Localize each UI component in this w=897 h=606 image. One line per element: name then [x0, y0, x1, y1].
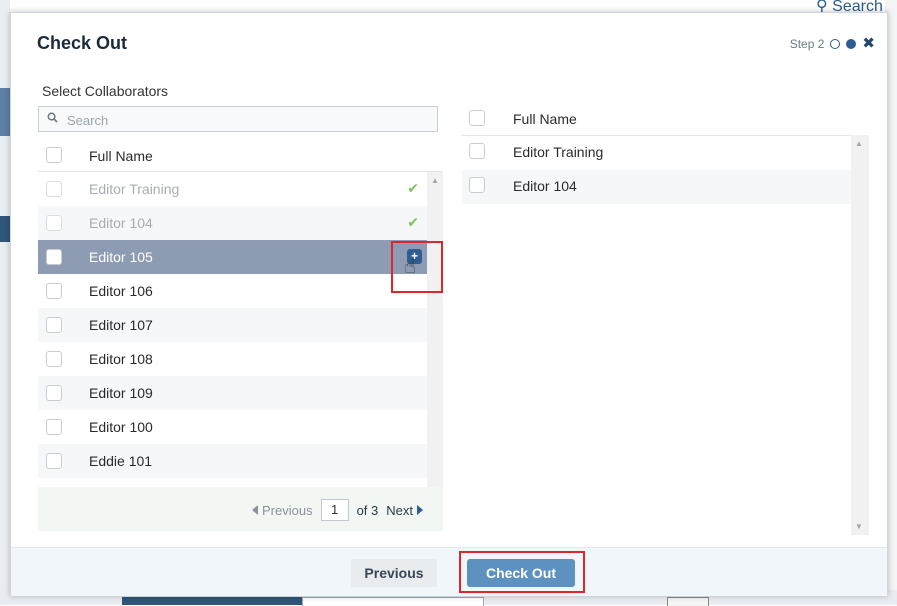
list-header: Full Name	[38, 139, 443, 172]
list-scrollbar[interactable]: ▲ ▼	[851, 135, 869, 535]
collaborator-name: Editor 104	[513, 178, 577, 194]
list-item[interactable]: Editor 106	[38, 274, 427, 308]
page-number-input[interactable]: 1	[320, 499, 349, 521]
list-scrollbar[interactable]: ▲ ▼	[427, 172, 443, 507]
collaborator-name: Editor 104	[89, 215, 153, 231]
list-item[interactable]: Editor Training	[462, 136, 851, 170]
row-checkbox[interactable]	[46, 351, 62, 367]
list-header: Full Name	[462, 103, 869, 136]
close-icon[interactable]: ✖	[862, 36, 875, 51]
list-rows: Editor Training ✔ Editor 104 ✔ Editor 10…	[38, 172, 427, 507]
modal-footer: Previous Check Out	[11, 547, 887, 596]
row-checkbox[interactable]	[46, 283, 62, 299]
select-collaborators-label: Select Collaborators	[42, 83, 169, 99]
checkmark-icon: ✔	[407, 214, 419, 230]
selected-collaborators-list: Full Name Editor Training Editor 104 ▲ ▼	[462, 103, 869, 535]
checkmark-icon: ✔	[407, 180, 419, 196]
row-checkbox[interactable]	[46, 419, 62, 435]
scroll-up-icon[interactable]: ▲	[855, 139, 863, 148]
row-checkbox[interactable]	[46, 249, 62, 265]
list-item[interactable]: Editor 100	[38, 410, 427, 444]
previous-button[interactable]: Previous	[351, 559, 437, 587]
previous-page-link[interactable]: Previous	[252, 503, 313, 518]
list-item[interactable]: Editor 107	[38, 308, 427, 342]
next-page-link[interactable]: Next	[386, 503, 423, 518]
background-nav-block-active	[0, 216, 10, 242]
collaborator-name: Eddie 101	[89, 453, 153, 469]
background-nav-block	[0, 88, 10, 136]
row-checkbox[interactable]	[46, 215, 62, 231]
caret-left-icon	[252, 505, 258, 515]
column-full-name: Full Name	[513, 111, 577, 127]
list-item[interactable]: Editor 109	[38, 376, 427, 410]
collaborator-name: Editor 109	[89, 385, 153, 401]
highlight-box	[391, 241, 443, 293]
collaborator-name: Editor 106	[89, 283, 153, 299]
list-item[interactable]: Editor 104	[462, 170, 851, 204]
collaborator-name: Editor 107	[89, 317, 153, 333]
background-tab-active[interactable]	[122, 597, 302, 605]
row-checkbox[interactable]	[46, 453, 62, 469]
search-icon	[47, 112, 58, 123]
row-checkbox[interactable]	[46, 317, 62, 333]
step-indicator: Step 2 ✖	[789, 36, 875, 51]
modal-header: Check Out Step 2 ✖	[11, 13, 887, 69]
step-2-dot	[846, 39, 857, 49]
list-item[interactable]: Editor 104 ✔	[38, 206, 427, 240]
list-item[interactable]: Editor 105 + ☝	[38, 240, 427, 278]
row-checkbox[interactable]	[46, 385, 62, 401]
page-count: of 3	[356, 502, 379, 518]
caret-right-icon	[417, 505, 423, 515]
collaborator-search[interactable]	[38, 106, 438, 132]
select-all-checkbox[interactable]	[46, 147, 62, 163]
collaborator-name: Editor Training	[513, 144, 604, 160]
row-checkbox[interactable]	[469, 143, 485, 159]
pagination: Previous 1 of 3 Next	[38, 487, 443, 531]
collaborator-name: Editor Training	[89, 181, 180, 197]
checkout-modal: Check Out Step 2 ✖ Select Collaborators …	[10, 12, 888, 596]
list-item[interactable]: Eddie 101	[38, 444, 427, 478]
modal-title: Check Out	[37, 33, 128, 53]
row-checkbox[interactable]	[469, 177, 485, 193]
collaborator-name: Editor 108	[89, 351, 153, 367]
collaborator-name: Editor 105	[89, 249, 153, 265]
scroll-up-icon[interactable]: ▲	[431, 176, 439, 185]
available-collaborators-list: Full Name Editor Training ✔ Editor 104 ✔…	[38, 139, 443, 547]
search-input[interactable]	[65, 109, 429, 131]
list-item[interactable]: Editor 108	[38, 342, 427, 376]
step-label: Step 2	[789, 37, 825, 51]
collaborator-name: Editor 100	[89, 419, 153, 435]
list-item[interactable]: Editor Training ✔	[38, 172, 427, 206]
highlight-box	[459, 551, 585, 593]
column-full-name: Full Name	[89, 148, 153, 164]
step-1-dot	[830, 39, 841, 49]
select-all-checkbox[interactable]	[469, 110, 485, 126]
row-checkbox[interactable]	[46, 181, 62, 197]
scroll-down-icon[interactable]: ▼	[855, 522, 863, 531]
